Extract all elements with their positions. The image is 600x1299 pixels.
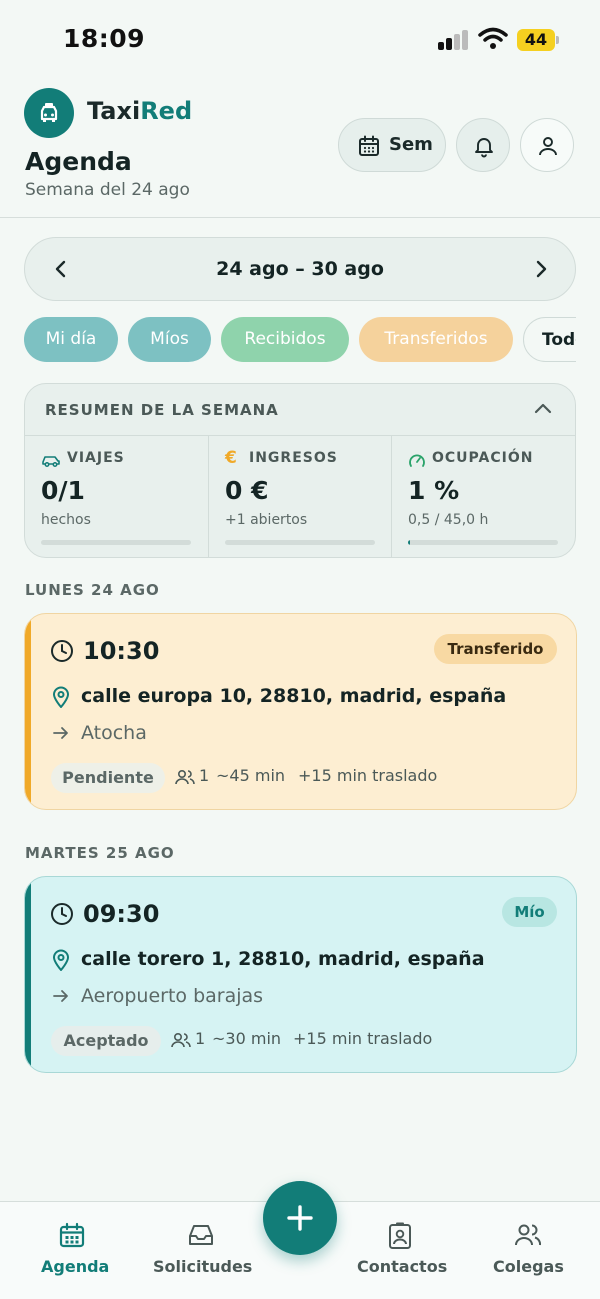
stat-progress-bar bbox=[41, 540, 191, 545]
chevron-right-icon[interactable] bbox=[531, 258, 551, 280]
ride-state-badge: Aceptado bbox=[51, 1026, 161, 1056]
ride-destination: Atocha bbox=[81, 722, 147, 744]
ride-accent-bar bbox=[25, 877, 31, 1072]
passengers-icon bbox=[171, 1032, 191, 1048]
day-heading: LUNES 24 AGO bbox=[25, 581, 160, 599]
chip-transferidos[interactable]: Transferidos bbox=[359, 317, 513, 362]
brand-part-1: Taxi bbox=[87, 97, 141, 125]
taxi-logo-icon bbox=[24, 88, 74, 138]
contact-card-icon bbox=[389, 1222, 411, 1249]
page-subtitle: Semana del 24 ago bbox=[25, 180, 190, 200]
battery-indicator: 44 bbox=[517, 29, 555, 51]
ride-passengers: 1 bbox=[199, 766, 210, 785]
ride-badge: Transferido bbox=[434, 634, 557, 664]
nav-label: Colegas bbox=[493, 1257, 564, 1276]
stat-sub: hechos bbox=[41, 512, 91, 528]
ride-transfer-time: +15 min traslado bbox=[293, 1029, 433, 1048]
status-bar: 18:09 44 bbox=[0, 0, 600, 80]
calendar-icon bbox=[59, 1222, 85, 1248]
brand-part-2: Red bbox=[140, 97, 193, 125]
clock-icon bbox=[51, 903, 73, 925]
arrow-right-icon bbox=[53, 990, 68, 1002]
ride-accent-bar bbox=[25, 614, 31, 809]
summary-header[interactable]: RESUMEN DE LA SEMANA bbox=[25, 384, 575, 436]
ride-duration: ~30 min bbox=[212, 1029, 282, 1048]
ride-time: 10:30 bbox=[83, 637, 160, 665]
location-pin-icon bbox=[52, 949, 70, 971]
passengers-icon bbox=[175, 769, 195, 785]
app-header: TaxiRed Agenda Semana del 24 ago Sem bbox=[0, 80, 600, 218]
ride-address: calle torero 1, 28810, madrid, españa bbox=[81, 948, 485, 970]
ride-badge: Mío bbox=[502, 897, 557, 927]
summary-title: RESUMEN DE LA SEMANA bbox=[45, 401, 279, 419]
chip-mios[interactable]: Míos bbox=[128, 317, 211, 362]
add-ride-button[interactable] bbox=[263, 1181, 337, 1255]
week-summary-card: RESUMEN DE LA SEMANA VIAJES 0/1 hechos €… bbox=[24, 383, 576, 558]
filter-chips: Mi día Míos Recibidos Transferidos Todos bbox=[24, 317, 576, 363]
stat-label: INGRESOS bbox=[249, 450, 338, 466]
euro-icon: € bbox=[225, 448, 237, 468]
calendar-icon bbox=[359, 135, 379, 156]
arrow-right-icon bbox=[53, 727, 68, 739]
ride-card[interactable]: 10:30 Transferido calle europa 10, 28810… bbox=[24, 613, 577, 810]
ride-card[interactable]: 09:30 Mío calle torero 1, 28810, madrid,… bbox=[24, 876, 577, 1073]
notifications-button[interactable] bbox=[456, 118, 510, 172]
stat-sub: +1 abiertos bbox=[225, 512, 308, 528]
week-button-label: Sem bbox=[389, 134, 433, 155]
day-heading: MARTES 25 AGO bbox=[25, 844, 175, 862]
stat-value: 1 % bbox=[408, 476, 460, 505]
ride-address: calle europa 10, 28810, madrid, españa bbox=[81, 685, 507, 707]
ride-time: 09:30 bbox=[83, 900, 160, 928]
chip-mi-dia[interactable]: Mi día bbox=[24, 317, 118, 362]
battery-tip bbox=[556, 36, 559, 44]
car-icon bbox=[42, 456, 60, 467]
brand-name: TaxiRed bbox=[87, 97, 192, 125]
ride-destination: Aeropuerto barajas bbox=[81, 985, 264, 1007]
clock-icon bbox=[51, 640, 73, 662]
bell-icon bbox=[475, 138, 493, 158]
stat-value: 0 € bbox=[225, 476, 269, 505]
stat-label: VIAJES bbox=[67, 450, 125, 466]
stat-ingresos: € INGRESOS 0 € +1 abiertos bbox=[208, 436, 391, 557]
week-view-button[interactable]: Sem bbox=[338, 118, 446, 172]
plus-icon bbox=[287, 1205, 313, 1231]
location-pin-icon bbox=[52, 686, 70, 708]
nav-label: Solicitudes bbox=[153, 1257, 253, 1276]
nav-contactos[interactable]: Contactos bbox=[352, 1202, 448, 1299]
chip-todos[interactable]: Todos bbox=[523, 317, 576, 362]
stat-progress-bar bbox=[225, 540, 375, 545]
stat-progress-fill bbox=[408, 540, 410, 545]
nav-solicitudes[interactable]: Solicitudes bbox=[150, 1202, 253, 1299]
users-icon bbox=[515, 1224, 542, 1246]
stat-progress-bar bbox=[408, 540, 558, 545]
chevron-up-icon[interactable] bbox=[534, 402, 552, 416]
nav-agenda[interactable]: Agenda bbox=[30, 1202, 114, 1299]
week-navigator: 24 ago – 30 ago bbox=[24, 237, 576, 301]
nav-colegas[interactable]: Colegas bbox=[488, 1202, 568, 1299]
ride-state-badge: Pendiente bbox=[51, 763, 165, 793]
profile-button[interactable] bbox=[520, 118, 574, 172]
stat-value: 0/1 bbox=[41, 476, 85, 505]
chip-recibidos[interactable]: Recibidos bbox=[221, 317, 349, 362]
ride-duration: ~45 min bbox=[216, 766, 286, 785]
status-time: 18:09 bbox=[63, 24, 146, 53]
nav-label: Agenda bbox=[41, 1257, 110, 1276]
stat-sub: 0,5 / 45,0 h bbox=[408, 512, 489, 528]
inbox-icon bbox=[189, 1225, 213, 1245]
gauge-icon bbox=[409, 454, 425, 467]
ride-transfer-time: +15 min traslado bbox=[298, 766, 438, 785]
ride-passengers: 1 bbox=[195, 1029, 206, 1048]
stat-ocupacion: OCUPACIÓN 1 % 0,5 / 45,0 h bbox=[391, 436, 575, 557]
cellular-signal-icon bbox=[438, 30, 470, 50]
stat-viajes: VIAJES 0/1 hechos bbox=[25, 436, 208, 557]
nav-label: Contactos bbox=[357, 1257, 448, 1276]
page-title: Agenda bbox=[25, 147, 132, 176]
stat-label: OCUPACIÓN bbox=[432, 450, 534, 466]
wifi-icon bbox=[478, 27, 508, 49]
week-range-label: 24 ago – 30 ago bbox=[216, 258, 384, 280]
user-icon bbox=[539, 137, 557, 156]
